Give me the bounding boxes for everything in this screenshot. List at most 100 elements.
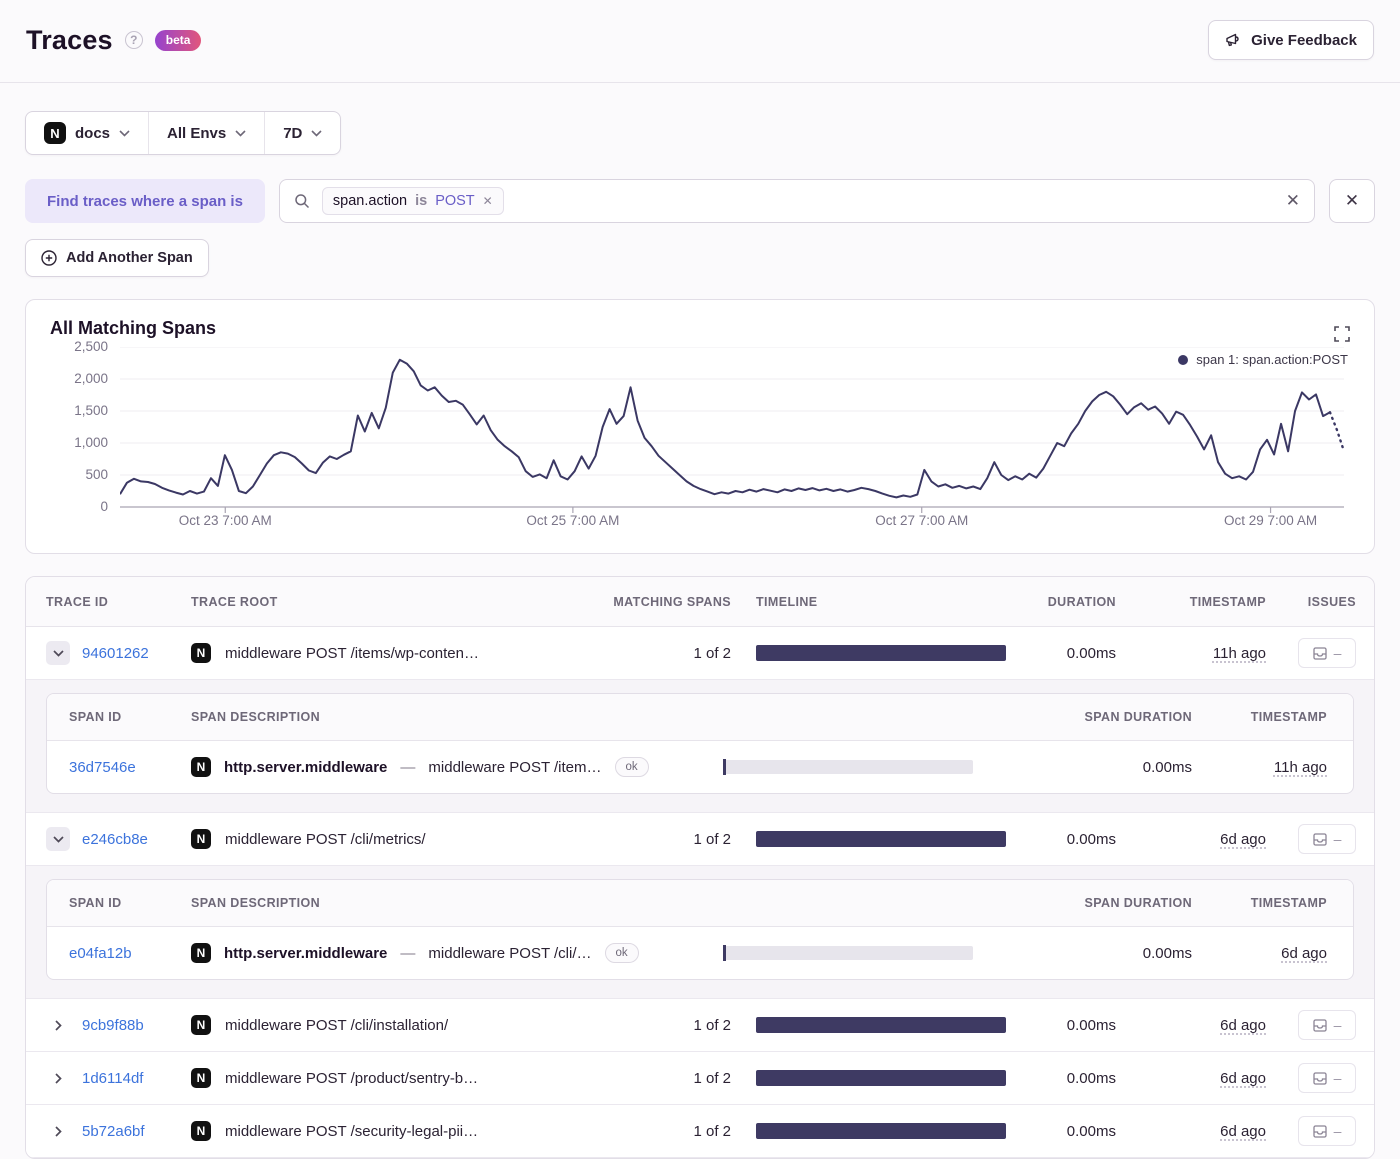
col-matching-spans: MATCHING SPANS (613, 594, 731, 609)
nextjs-icon: N (191, 757, 211, 777)
span-description: middleware POST /cli/… (428, 944, 592, 962)
help-icon[interactable]: ? (124, 31, 143, 49)
span-operation: http.server.middleware (224, 758, 388, 776)
table-row: 94601262 N middleware POST /items/wp-con… (26, 627, 1374, 680)
span-search-input[interactable]: span.action is POST ✕ ✕ (278, 179, 1315, 223)
nextjs-icon: N (191, 1068, 211, 1088)
nextjs-icon: N (191, 1015, 211, 1035)
date-range-filter[interactable]: 7D (265, 112, 340, 154)
token-remove-icon[interactable]: ✕ (483, 194, 493, 208)
traces-table: TRACE ID TRACE ROOT MATCHING SPANS TIMEL… (25, 576, 1375, 1159)
collapse-row-button[interactable] (46, 827, 70, 851)
nextjs-icon: N (191, 643, 211, 663)
issues-button[interactable]: – (1298, 1063, 1356, 1093)
chevron-down-icon (52, 835, 64, 843)
trace-id-link[interactable]: 5b72a6bf (82, 1123, 145, 1140)
timestamp[interactable]: 6d ago (1220, 1123, 1266, 1140)
add-another-span-button[interactable]: Add Another Span (25, 239, 209, 277)
issue-box-icon (1312, 832, 1327, 846)
trace-id-link[interactable]: 9cb9f88b (82, 1017, 144, 1034)
issue-box-icon (1312, 1124, 1327, 1138)
page-title: Traces (26, 24, 113, 55)
timestamp[interactable]: 6d ago (1220, 1070, 1266, 1087)
col-span-duration: SPAN DURATION (1084, 896, 1192, 910)
issues-button[interactable]: – (1298, 1116, 1356, 1146)
col-trace-root: TRACE ROOT (191, 594, 278, 609)
duration: 0.00ms (1066, 830, 1116, 848)
trace-id-link[interactable]: e246cb8e (82, 831, 148, 848)
span-subtable: SPAN ID SPAN DESCRIPTION SPAN DURATION T… (46, 879, 1354, 980)
y-axis-label: 2,000 (74, 371, 108, 386)
issues-button[interactable]: – (1298, 1010, 1356, 1040)
remove-span-filter-button[interactable]: ✕ (1329, 179, 1375, 223)
y-axis-label: 1,500 (74, 403, 108, 418)
col-duration: DURATION (1047, 594, 1116, 609)
filter-token[interactable]: span.action is POST ✕ (321, 187, 504, 215)
duration: 0.00ms (1066, 644, 1116, 662)
span-id-link[interactable]: e04fa12b (69, 945, 191, 962)
issues-count: – (1333, 1123, 1342, 1139)
all-matching-spans-panel: All Matching Spans span 1: span.action:P… (25, 299, 1375, 554)
trace-root: middleware POST /security-legal-pii… (225, 1122, 479, 1140)
fullscreen-icon (1334, 326, 1350, 342)
timestamp[interactable]: 6d ago (1220, 831, 1266, 848)
timeline-bar (756, 1070, 1006, 1086)
expand-chart-button[interactable] (1334, 326, 1350, 347)
project-filter[interactable]: N docs (26, 112, 148, 154)
span-subtable: SPAN ID SPAN DESCRIPTION SPAN DURATION T… (46, 693, 1354, 794)
trace-id-link[interactable]: 1d6114df (82, 1070, 143, 1087)
issues-button[interactable]: – (1298, 638, 1356, 668)
series-line-dashed-tail (1330, 412, 1344, 451)
col-timeline: TIMELINE (756, 594, 818, 609)
collapse-row-button[interactable] (46, 641, 70, 665)
span-header-row: SPAN ID SPAN DESCRIPTION SPAN DURATION T… (47, 880, 1353, 927)
timestamp[interactable]: 11h ago (1213, 645, 1266, 662)
span-description: middleware POST /item… (428, 758, 602, 776)
matching-spans: 1 of 2 (693, 1069, 731, 1087)
table-row: 1d6114df N middleware POST /product/sent… (26, 1052, 1374, 1105)
timeline-bar (756, 645, 1006, 661)
duration: 0.00ms (1066, 1069, 1116, 1087)
y-axis-label: 1,000 (74, 435, 108, 450)
expand-row-button[interactable] (46, 1019, 70, 1031)
span-timeline-bar (723, 759, 973, 775)
issues-count: – (1333, 645, 1342, 661)
span-timeline-tick (723, 945, 726, 961)
trace-id-link[interactable]: 94601262 (82, 645, 149, 662)
timestamp[interactable]: 11h ago (1274, 759, 1327, 776)
give-feedback-button[interactable]: Give Feedback (1208, 20, 1374, 60)
col-span-id: SPAN ID (69, 896, 122, 910)
col-span-duration: SPAN DURATION (1084, 710, 1192, 724)
plus-circle-icon (41, 250, 57, 266)
separator: — (400, 758, 416, 776)
timestamp[interactable]: 6d ago (1281, 945, 1327, 962)
col-span-description: SPAN DESCRIPTION (191, 896, 321, 910)
nextjs-icon: N (191, 829, 211, 849)
timeline-bar (756, 831, 1006, 847)
chart-area: 0 500 1,000 1,500 2,000 2,500 Oct 23 7:00 AM O… (50, 339, 1350, 547)
expand-row-button[interactable] (46, 1125, 70, 1137)
col-timestamp: TIMESTAMP (1189, 594, 1266, 609)
timestamp[interactable]: 6d ago (1220, 1017, 1266, 1034)
nextjs-icon: N (191, 943, 211, 963)
timeline-bar (756, 1123, 1006, 1139)
clear-search-icon[interactable]: ✕ (1286, 191, 1300, 211)
table-row: e246cb8e N middleware POST /cli/metrics/… (26, 813, 1374, 866)
separator: — (400, 944, 416, 962)
date-range-filter-label: 7D (283, 124, 303, 142)
environment-filter-label: All Envs (167, 124, 227, 142)
search-icon (294, 193, 310, 209)
expand-row-button[interactable] (46, 1072, 70, 1084)
environment-filter[interactable]: All Envs (149, 112, 264, 154)
nextjs-icon: N (191, 1121, 211, 1141)
matching-spans: 1 of 2 (693, 830, 731, 848)
span-id-link[interactable]: 36d7546e (69, 759, 191, 776)
span-operation: http.server.middleware (224, 944, 388, 962)
page-filter-bar: N docs All Envs 7D (25, 111, 342, 155)
trace-root: middleware POST /cli/metrics/ (225, 830, 426, 848)
table-header-row: TRACE ID TRACE ROOT MATCHING SPANS TIMEL… (26, 577, 1374, 627)
issues-button[interactable]: – (1298, 824, 1356, 854)
expanded-span-section: SPAN ID SPAN DESCRIPTION SPAN DURATION T… (26, 680, 1374, 813)
span-timeline-tick (723, 759, 726, 775)
trace-root: middleware POST /product/sentry-b… (225, 1069, 479, 1087)
